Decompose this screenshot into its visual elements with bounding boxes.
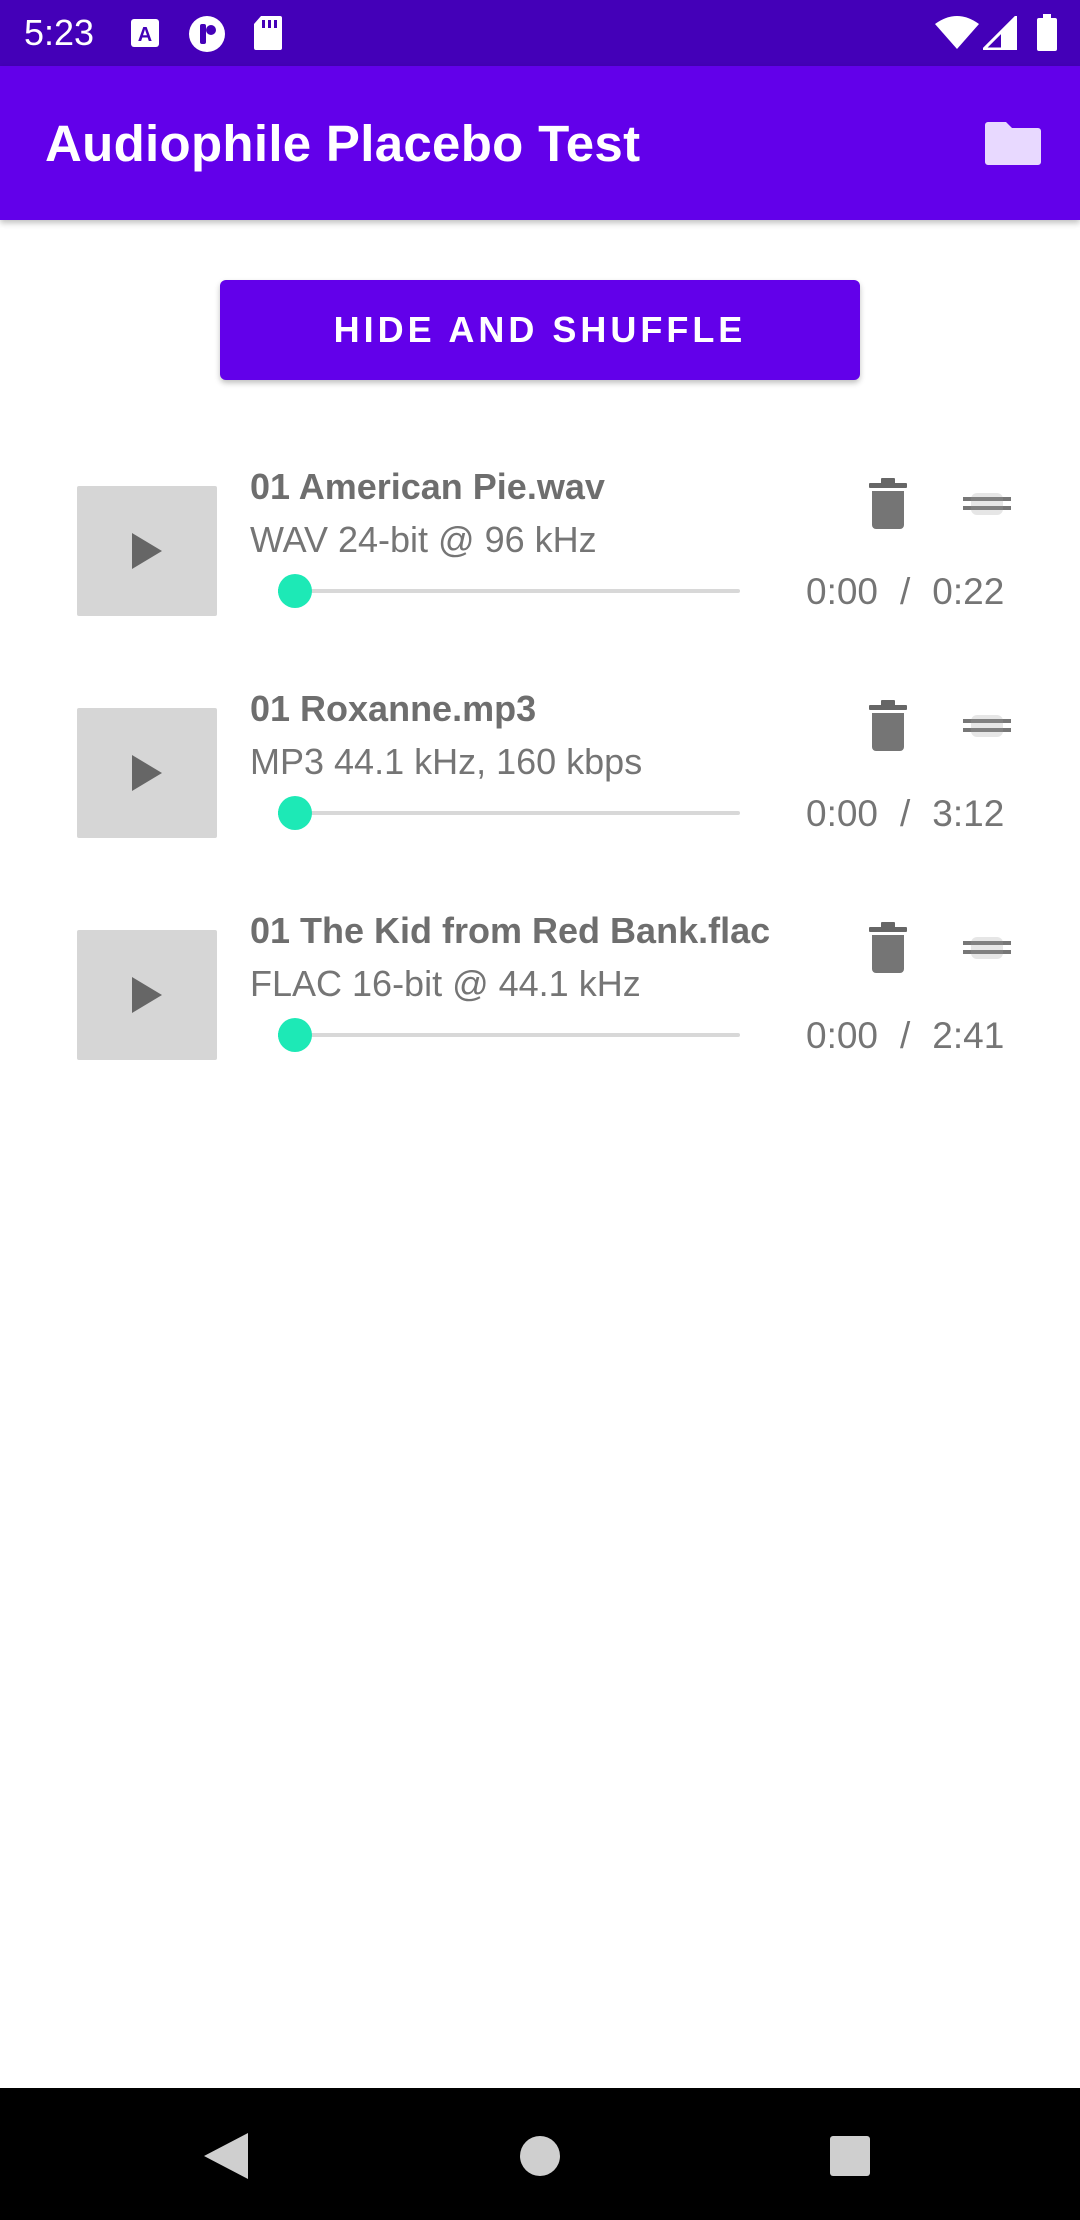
- track-format: FLAC 16-bit @ 44.1 kHz: [250, 963, 641, 1004]
- reorder-icon: [963, 715, 1011, 737]
- play-icon: [132, 533, 162, 569]
- recents-icon: [830, 2136, 870, 2176]
- seek-track: [278, 1033, 740, 1037]
- delete-button[interactable]: [860, 918, 916, 978]
- play-icon: [132, 755, 162, 791]
- seek-track: [278, 589, 740, 593]
- seek-bar[interactable]: [278, 1015, 740, 1055]
- hide-and-shuffle-button[interactable]: HIDE AND SHUFFLE: [220, 280, 860, 380]
- reorder-icon: [963, 937, 1011, 959]
- seek-thumb[interactable]: [278, 574, 312, 608]
- drag-handle[interactable]: [960, 484, 1014, 524]
- time-display: 0:00 / 2:41: [806, 1013, 1004, 1059]
- current-time: 0:00: [806, 571, 879, 612]
- reorder-icon: [963, 493, 1011, 515]
- track-title: 01 Roxanne.mp3: [250, 688, 537, 729]
- back-icon: [204, 2133, 248, 2179]
- track-title: 01 American Pie.wav: [250, 466, 605, 507]
- current-time: 0:00: [806, 793, 879, 834]
- cell-signal-icon: [980, 13, 1018, 55]
- time-display: 0:00 / 3:12: [806, 791, 1004, 837]
- seek-track: [278, 811, 740, 815]
- app-bar: Audiophile Placebo Test: [0, 66, 1080, 220]
- seek-bar[interactable]: [278, 571, 740, 611]
- total-duration: 3:12: [932, 793, 1005, 834]
- delete-button[interactable]: [860, 696, 916, 756]
- time-separator: /: [900, 1015, 911, 1056]
- home-icon: [520, 2136, 560, 2176]
- podcast-icon: [188, 15, 226, 58]
- accessibility-a-icon: A: [130, 18, 160, 53]
- play-button[interactable]: [77, 486, 217, 616]
- track-row: 01 American Pie.wav WAV 24-bit @ 96 kHz …: [0, 466, 1080, 674]
- svg-text:A: A: [138, 24, 152, 46]
- recents-button[interactable]: [820, 2126, 880, 2186]
- track-format: WAV 24-bit @ 96 kHz: [250, 519, 597, 560]
- track-row: 01 Roxanne.mp3 MP3 44.1 kHz, 160 kbps 0:…: [0, 688, 1080, 896]
- status-time: 5:23: [24, 12, 95, 53]
- seek-thumb[interactable]: [278, 796, 312, 830]
- time-display: 0:00 / 0:22: [806, 569, 1004, 615]
- delete-button[interactable]: [860, 474, 916, 534]
- seek-bar[interactable]: [278, 793, 740, 833]
- play-icon: [132, 977, 162, 1013]
- drag-handle[interactable]: [960, 706, 1014, 746]
- status-bar: 5:23 A: [0, 0, 1080, 66]
- trash-icon: [869, 478, 907, 529]
- folder-icon: [985, 122, 1041, 165]
- open-folder-button[interactable]: [978, 114, 1048, 172]
- wifi-icon: [934, 16, 980, 55]
- play-button[interactable]: [77, 708, 217, 838]
- current-time: 0:00: [806, 1015, 879, 1056]
- track-format: MP3 44.1 kHz, 160 kbps: [250, 741, 643, 782]
- total-duration: 0:22: [932, 571, 1005, 612]
- total-duration: 2:41: [932, 1015, 1005, 1056]
- home-button[interactable]: [510, 2126, 570, 2186]
- trash-icon: [869, 922, 907, 973]
- back-button[interactable]: [196, 2126, 256, 2186]
- play-button[interactable]: [77, 930, 217, 1060]
- drag-handle[interactable]: [960, 928, 1014, 968]
- navigation-bar: [0, 2088, 1080, 2220]
- track-title: 01 The Kid from Red Bank.flac: [250, 910, 771, 951]
- trash-icon: [869, 700, 907, 751]
- track-row: 01 The Kid from Red Bank.flac FLAC 16-bi…: [0, 910, 1080, 1118]
- time-separator: /: [900, 793, 911, 834]
- time-separator: /: [900, 571, 911, 612]
- app-title: Audiophile Placebo Test: [45, 115, 641, 172]
- seek-thumb[interactable]: [278, 1018, 312, 1052]
- battery-icon: [1036, 14, 1058, 57]
- sd-card-icon: [253, 15, 283, 56]
